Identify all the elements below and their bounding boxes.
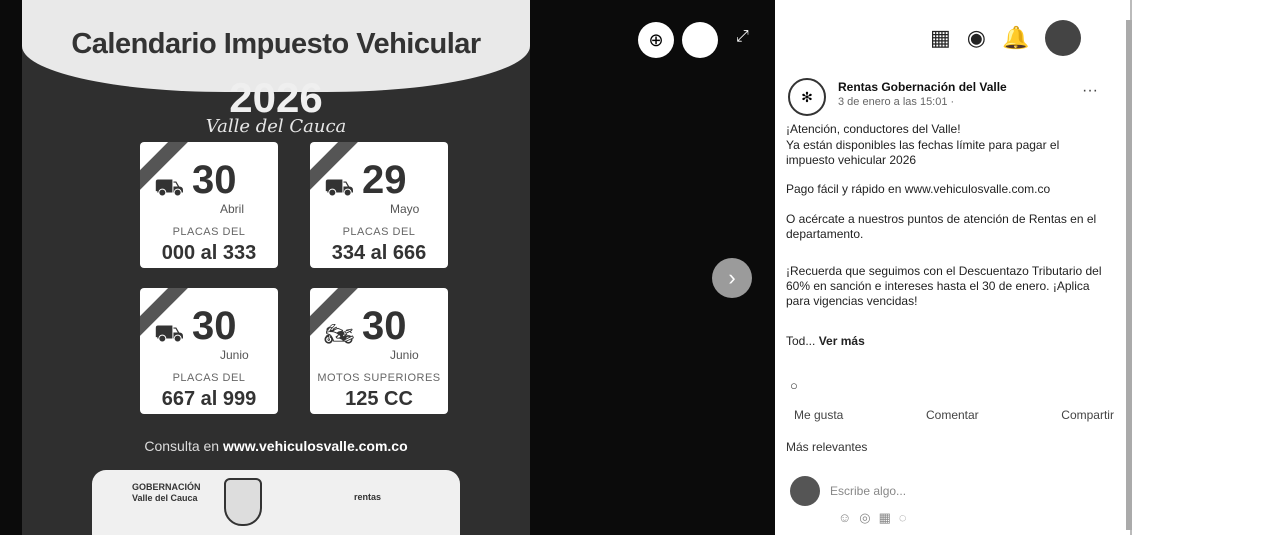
comment-button[interactable]: Comentar	[926, 408, 979, 422]
deadline-card: 🏍 30 Junio MOTOS SUPERIORES 125 CC	[310, 288, 448, 414]
expand-icon[interactable]: ⤢	[736, 28, 749, 46]
zoom-in-icon[interactable]: ⊕	[638, 22, 674, 58]
poster-image: Calendario Impuesto Vehicular 2026 Valle…	[22, 0, 530, 535]
card-day: 30	[192, 158, 237, 202]
page-name[interactable]: Rentas Gobernación del Valle	[838, 80, 1007, 94]
messenger-icon[interactable]: ◉	[967, 25, 986, 51]
comment-sort[interactable]: Más relevantes	[786, 440, 867, 454]
poster-title: Calendario Impuesto Vehicular	[71, 28, 481, 60]
comment-input[interactable]: Escribe algo...	[830, 484, 906, 498]
poster-subtitle: Valle del Cauca	[205, 116, 347, 137]
gobernacion-logo-text: GOBERNACIÓN Valle del Cauca	[132, 482, 201, 503]
consult-prefix: Consulta en	[144, 438, 220, 454]
crest-icon	[224, 478, 262, 526]
menu-grid-icon[interactable]: ▦	[930, 25, 951, 51]
photo-viewer: Calendario Impuesto Vehicular 2026 Valle…	[0, 0, 775, 535]
card-day: 29	[362, 158, 407, 202]
post-time[interactable]: 3 de enero a las 15:01 ·	[838, 96, 954, 108]
post-actions: Me gusta Comentar Compartir	[794, 408, 1114, 422]
screenshot-frame: Calendario Impuesto Vehicular 2026 Valle…	[0, 0, 1275, 535]
card-label: MOTOS SUPERIORES	[317, 372, 441, 384]
scrollbar[interactable]	[1126, 20, 1132, 530]
see-more-prefix: Tod...	[786, 334, 816, 348]
card-range: 667 al 999	[161, 388, 257, 410]
more-options-icon[interactable]: ···	[1082, 82, 1098, 100]
see-more-line: Tod... Ver más	[786, 334, 1111, 349]
card-range: 334 al 666	[331, 242, 427, 264]
notifications-icon[interactable]: 🔔	[1002, 25, 1029, 51]
avatar	[790, 476, 820, 506]
car-icon: ⛟	[324, 174, 355, 201]
card-range: 125 CC	[345, 388, 413, 410]
card-day: 30	[192, 304, 237, 348]
post-text-line: ¡Atención, conductores del Valle!	[786, 122, 961, 136]
card-month: Abril	[220, 202, 245, 216]
card-label: PLACAS DEL	[172, 226, 246, 238]
deadline-card: ⛟ 30 Abril PLACAS DEL 000 al 333	[140, 142, 278, 268]
car-icon: ⛟	[154, 320, 185, 347]
page-avatar[interactable]: ✻	[788, 78, 826, 116]
consult-url: www.vehiculosvalle.com.co	[222, 438, 408, 454]
motorcycle-icon: 🏍	[324, 321, 355, 348]
card-month: Junio	[220, 348, 249, 362]
settings-icon[interactable]	[682, 22, 718, 58]
consult-line: Consulta en www.vehiculosvalle.com.co	[22, 438, 530, 454]
reactions-row[interactable]: ○	[790, 378, 798, 393]
poster-year: 2026	[229, 74, 323, 121]
deadline-card: ⛟ 30 Junio PLACAS DEL 667 al 999	[140, 288, 278, 414]
post-text-line: O acércate a nuestros puntos de atención…	[786, 212, 1097, 241]
post-text-line: ¡Recuerda que seguimos con el Descuentaz…	[786, 264, 1102, 308]
rentas-logo-text: rentas	[354, 492, 382, 502]
card-month: Junio	[390, 348, 419, 362]
footer-logos: GOBERNACIÓN Valle del Cauca rentas	[92, 470, 460, 535]
card-label: PLACAS DEL	[172, 372, 246, 384]
comment-tools-icons[interactable]: ☺◎▦◌	[838, 510, 915, 526]
top-icons: ▦ ◉ 🔔	[930, 18, 1082, 58]
card-range: 000 al 333	[161, 242, 257, 264]
card-day: 30	[362, 304, 407, 348]
post-text-line: Pago fácil y rápido en www.vehiculosvall…	[786, 182, 1051, 196]
deadline-card: ⛟ 29 Mayo PLACAS DEL 334 al 666	[310, 142, 448, 268]
card-label: PLACAS DEL	[342, 226, 416, 238]
card-month: Mayo	[390, 202, 420, 216]
car-icon: ⛟	[154, 174, 185, 201]
chevron-right-icon[interactable]: ›	[712, 258, 752, 298]
like-button[interactable]: Me gusta	[794, 408, 843, 422]
comment-row: Escribe algo...	[790, 476, 906, 506]
post-text-line: Ya están disponibles las fechas límite p…	[786, 138, 1060, 167]
share-button[interactable]: Compartir	[1061, 408, 1114, 422]
avatar[interactable]	[1045, 20, 1082, 56]
see-more-link[interactable]: Ver más	[819, 334, 865, 348]
